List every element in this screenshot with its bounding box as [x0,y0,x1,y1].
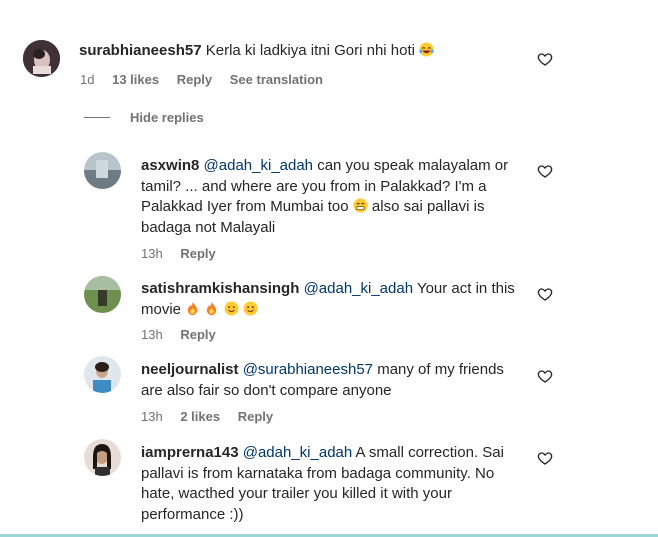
reply-text: pallavi is from karnataka from badaga co… [141,464,495,482]
reply-likes[interactable]: 2 likes [180,409,220,424]
avatar[interactable] [84,356,121,393]
comment-likes[interactable]: 13 likes [112,72,159,87]
reply-text: tamil? ... and where are you from in Pal… [141,177,487,195]
mention-link[interactable]: @surabhianeesh57 [243,361,373,378]
hide-replies-button[interactable]: Hide replies [84,110,204,125]
reply-text: Palakkad Iyer from Mumbai too [141,198,349,215]
avatar[interactable] [84,152,121,189]
reply-text: can you speak malayalam or [313,157,509,174]
heart-icon[interactable] [537,450,553,466]
reply-text: performance :)) [141,505,244,523]
reply-time: 13h [141,246,163,261]
reply-meta: 13h 2 likes Reply [141,409,287,424]
grinning-emoji-icon [353,198,368,213]
heart-icon[interactable] [537,368,553,384]
reply-text: Your act in this [413,280,515,297]
hide-replies-label: Hide replies [130,110,204,125]
laughing-emoji-icon [419,42,434,57]
avatar[interactable] [23,40,60,77]
heart-icon[interactable] [537,163,553,179]
heart-icon[interactable] [537,51,553,67]
avatar-image-icon [84,356,121,393]
avatar[interactable] [84,439,121,476]
avatar-image-icon [84,152,121,189]
reply-time: 13h [141,327,163,342]
avatar-image-icon [84,276,121,313]
mention-link[interactable]: @adah_ki_adah [304,280,413,297]
reply-button[interactable]: Reply [238,409,273,424]
reply-time: 13h [141,409,163,424]
mention-link[interactable]: @adah_ki_adah [243,444,352,461]
comment-meta: 1d 13 likes Reply See translation [80,72,337,87]
reply-body: asxwin8 @adah_ki_adah can you speak mala… [141,156,541,238]
reply-button[interactable]: Reply [177,72,212,87]
reply-meta: 13h Reply [141,327,230,342]
avatar[interactable] [84,276,121,313]
reply-text: are also fair so don't compare anyone [141,381,392,399]
smiling-emoji-icon [243,300,258,316]
reply-button[interactable]: Reply [180,327,215,342]
reply-text: movie [141,300,182,318]
smiling-emoji-icon [224,300,239,316]
reply-body: neeljournalist @surabhianeesh57 many of … [141,360,541,401]
comment-text: Kerla ki ladkiya itni Gori nhi hoti [205,42,415,59]
reply-username[interactable]: neeljournalist [141,361,239,378]
avatar-image-icon [84,439,121,476]
reply-text: also sai pallavi is [367,198,485,215]
see-translation-button[interactable]: See translation [230,72,323,87]
reply-body: satishramkishansingh @adah_ki_adah Your … [141,279,541,320]
fire-emoji-icon [188,301,198,315]
reply-body: iamprerna143 @adah_ki_adah A small corre… [141,443,541,525]
reply-username[interactable]: asxwin8 [141,157,199,174]
comment-time: 1d [80,72,95,87]
reply-text: hate, wacthed your trailer you killed it… [141,485,452,502]
fire-emoji-icon [207,301,217,315]
reply-text: many of my friends [373,361,504,378]
reply-meta: 13h Reply [141,246,230,261]
avatar-image-icon [23,40,60,77]
reply-button[interactable]: Reply [180,246,215,261]
divider [84,117,110,118]
reply-text: badaga not Malayali [141,218,276,236]
mention-link[interactable]: @adah_ki_adah [204,157,313,174]
reply-username[interactable]: iamprerna143 [141,444,239,461]
reply-text: A small correction. Sai [352,444,504,461]
reply-username[interactable]: satishramkishansingh [141,280,299,297]
comment-body: surabhianeesh57 Kerla ki ladkiya itni Go… [79,41,519,62]
comment-username[interactable]: surabhianeesh57 [79,42,202,59]
heart-icon[interactable] [537,286,553,302]
